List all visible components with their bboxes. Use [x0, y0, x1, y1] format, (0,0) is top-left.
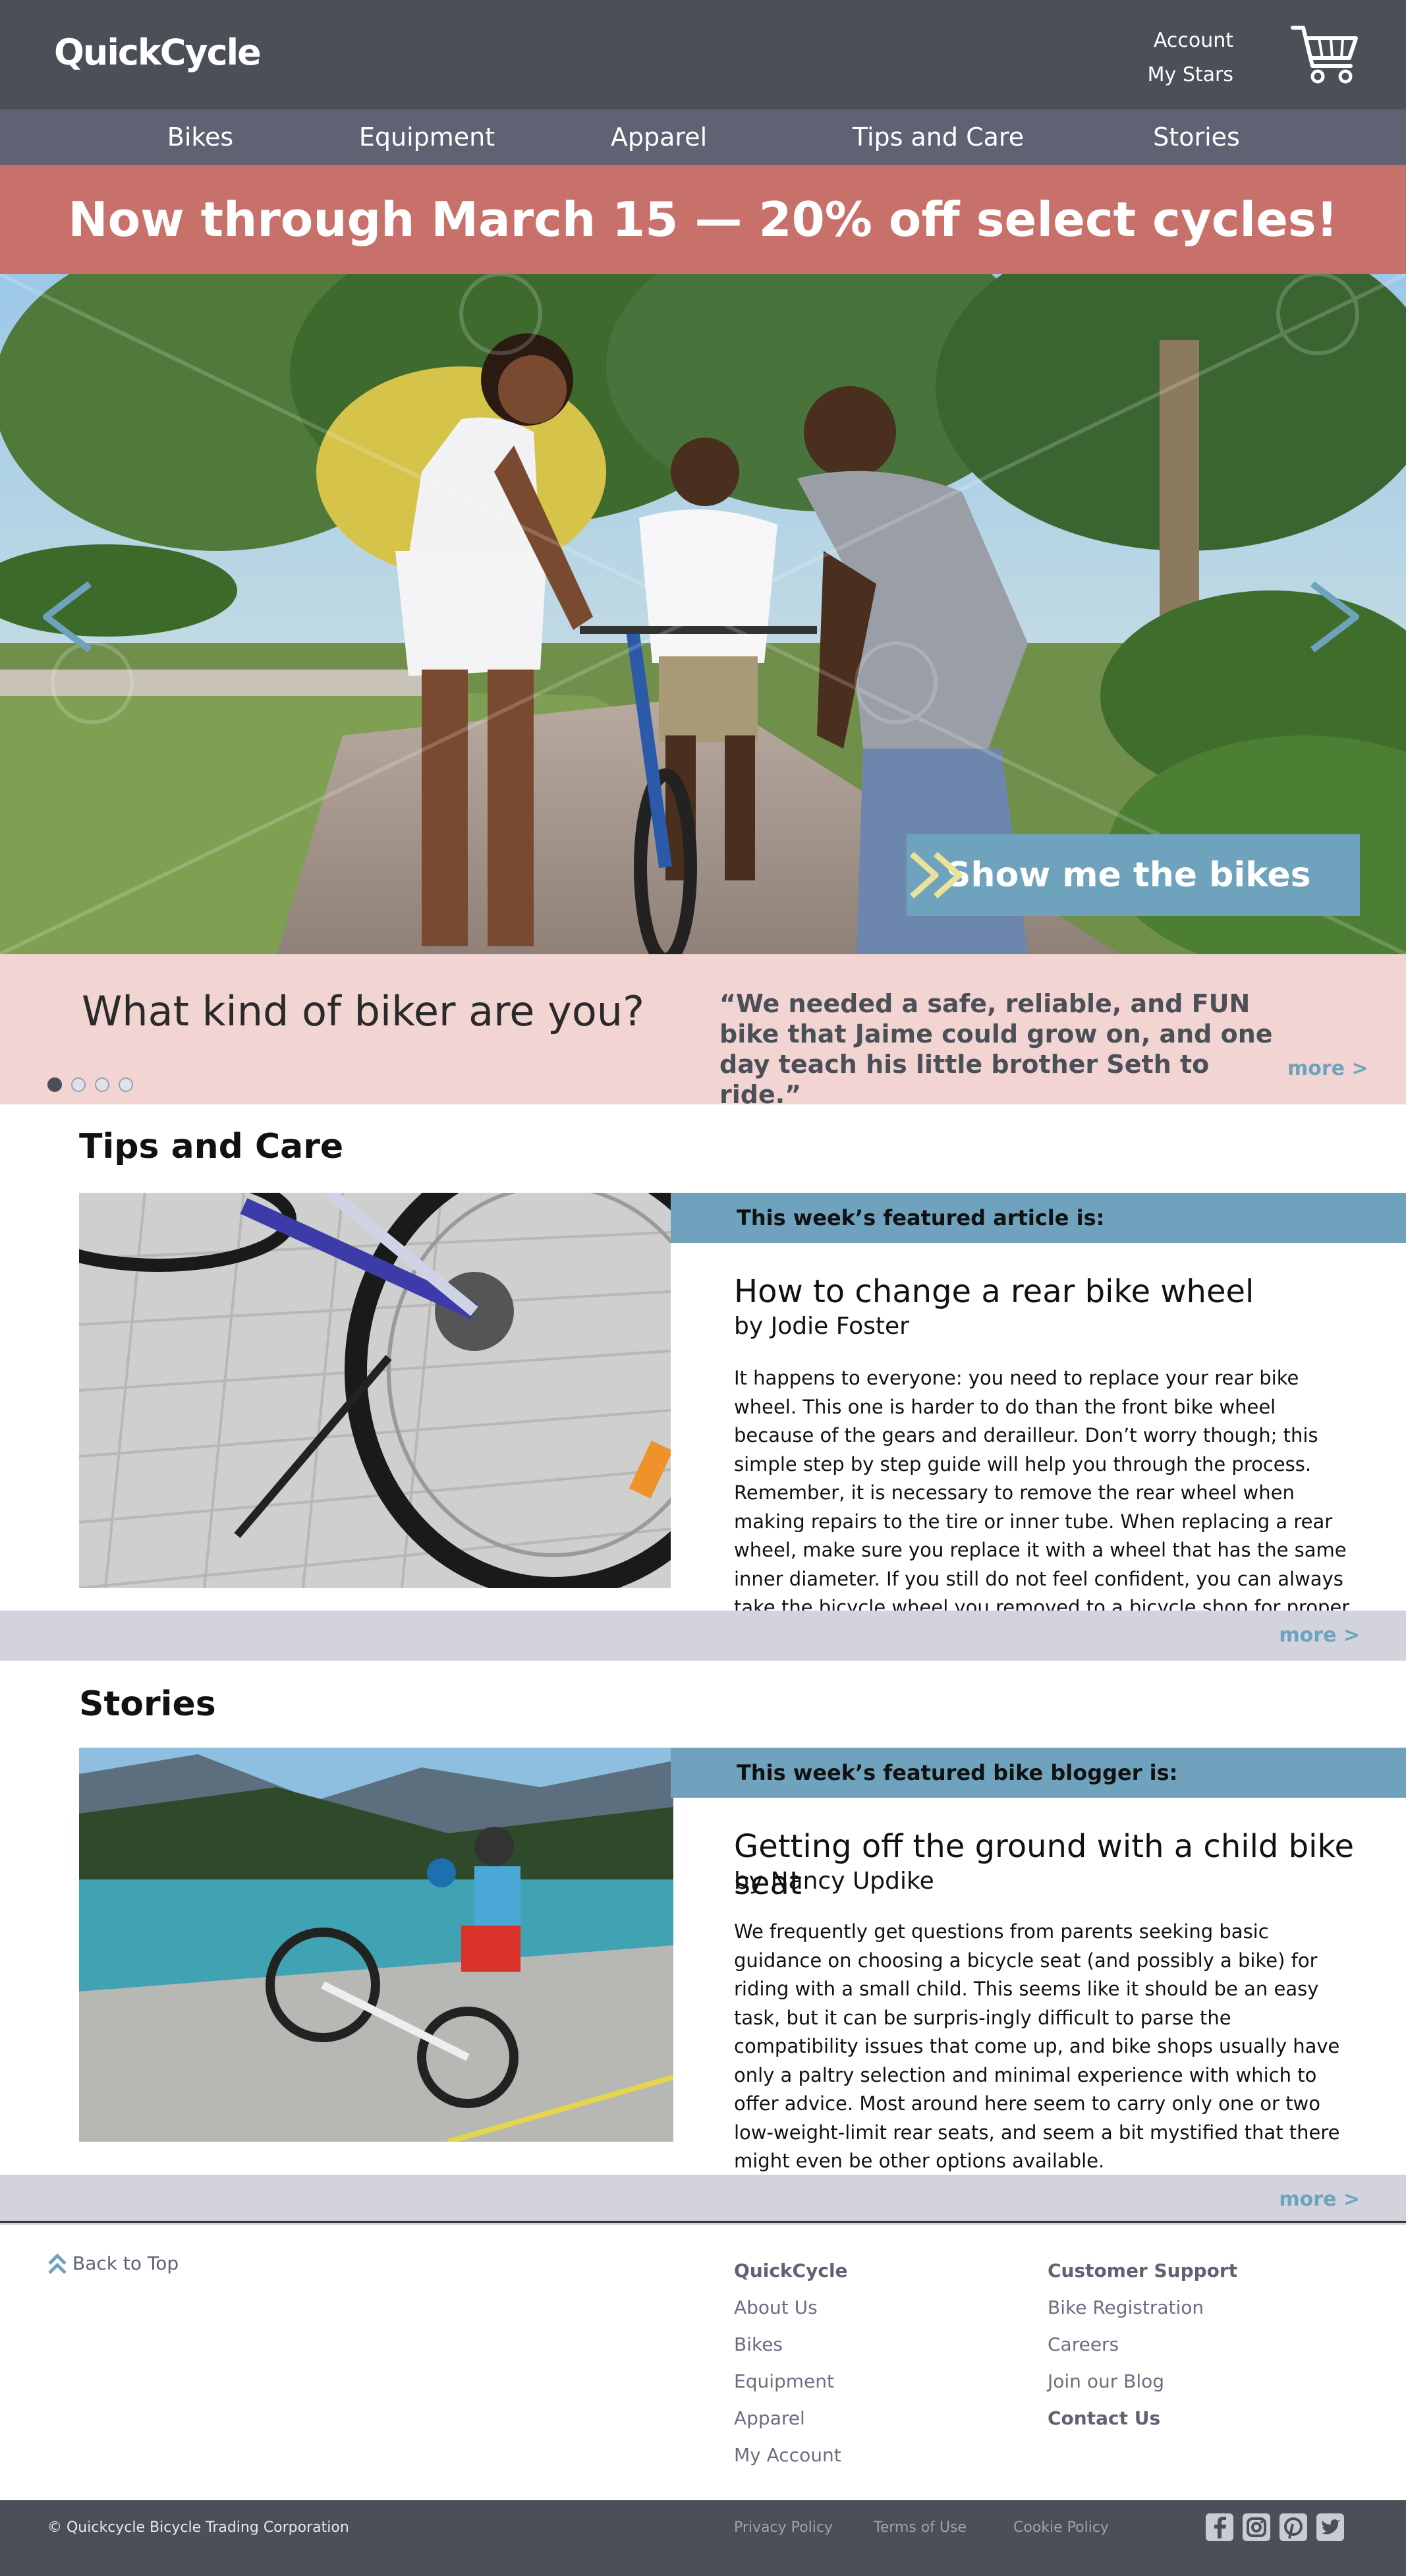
show-bikes-button[interactable]: Show me the bikes: [907, 834, 1360, 916]
stories-more-link[interactable]: more >: [1279, 2175, 1360, 2225]
footer-support-column: Customer Support Bike Registration Caree…: [1048, 2252, 1237, 2437]
footer-link-about-us[interactable]: About Us: [734, 2289, 848, 2326]
footer-link-equipment[interactable]: Equipment: [734, 2363, 848, 2400]
nav-item-apparel[interactable]: Apparel: [611, 109, 707, 165]
account-menu: Account My Stars: [1148, 24, 1233, 92]
footer-support-heading: Customer Support: [1048, 2260, 1238, 2281]
stories-section-title: Stories: [79, 1684, 216, 1724]
carousel-prev-arrow-icon[interactable]: [38, 577, 98, 656]
twitter-icon[interactable]: [1316, 2513, 1344, 2541]
back-to-top-label: Back to Top: [72, 2252, 179, 2274]
cart-icon[interactable]: [1290, 22, 1361, 86]
article-byline: by Jodie Foster: [734, 1313, 909, 1340]
testimonial-more-link[interactable]: more >: [1287, 1057, 1368, 1080]
footer-bottom-bar: © Quickcycle Bicycle Trading Corporation…: [0, 2500, 1406, 2576]
tips-more-link[interactable]: more >: [1279, 1611, 1360, 1661]
back-to-top-link[interactable]: Back to Top: [47, 2252, 179, 2275]
double-chevron-right-icon: [910, 851, 963, 899]
nav-item-stories[interactable]: Stories: [1153, 109, 1240, 165]
article-title[interactable]: How to change a rear bike wheel: [734, 1273, 1254, 1310]
footer-divider: [0, 2221, 1406, 2223]
terms-of-use-link[interactable]: Terms of Use: [874, 2500, 967, 2556]
featured-blogger-bar: This week’s featured bike blogger is:: [671, 1748, 1406, 1798]
top-header: QuickCycle Account My Stars: [0, 0, 1406, 109]
double-chevron-up-icon: [48, 2253, 67, 2274]
article-body: It happens to everyone: you need to repl…: [734, 1367, 1350, 1647]
carousel-dot-4[interactable]: [119, 1077, 133, 1092]
account-link[interactable]: Account: [1148, 24, 1233, 58]
story-byline: by Nancy Updike: [734, 1868, 934, 1895]
carousel-dot-1[interactable]: [47, 1077, 62, 1092]
footer-link-bike-registration[interactable]: Bike Registration: [1048, 2289, 1237, 2326]
privacy-policy-link[interactable]: Privacy Policy: [734, 2500, 833, 2556]
testimonial-quote: “We needed a safe, reliable, and FUN bik…: [719, 989, 1273, 1109]
biker-question[interactable]: What kind of biker are you?: [82, 987, 644, 1035]
footer-link-join-blog[interactable]: Join our Blog: [1048, 2363, 1237, 2400]
pinterest-icon[interactable]: [1279, 2513, 1307, 2541]
facebook-icon[interactable]: [1206, 2513, 1233, 2541]
footer-quickcycle-column: QuickCycle About Us Bikes Equipment Appa…: [734, 2252, 848, 2474]
show-bikes-label: Show me the bikes: [946, 855, 1311, 895]
stories-more-bar: more >: [0, 2175, 1406, 2225]
rear-wheel-photo: [79, 1193, 671, 1588]
nav-item-bikes[interactable]: Bikes: [167, 109, 233, 165]
footer-link-bikes[interactable]: Bikes: [734, 2326, 848, 2363]
nav-item-tips-and-care[interactable]: Tips and Care: [853, 109, 1024, 165]
footer-link-contact-us[interactable]: Contact Us: [1048, 2400, 1237, 2437]
promo-banner[interactable]: Now through March 15 — 20% off select cy…: [0, 165, 1406, 274]
site-logo[interactable]: QuickCycle: [54, 32, 262, 73]
story-body: We frequently get questions from parents…: [734, 1920, 1340, 2172]
tips-more-bar: more >: [0, 1611, 1406, 1661]
footer-link-my-account[interactable]: My Account: [734, 2437, 848, 2474]
carousel-next-arrow-icon[interactable]: [1305, 577, 1364, 656]
featured-blogger-label: This week’s featured bike blogger is:: [737, 1760, 1178, 1785]
copyright-text: © Quickcycle Bicycle Trading Corporation: [47, 2519, 349, 2536]
footer-link-apparel[interactable]: Apparel: [734, 2400, 848, 2437]
featured-article-label: This week’s featured article is:: [737, 1205, 1105, 1230]
carousel-dot-2[interactable]: [71, 1077, 86, 1092]
hero-carousel: Show me the bikes: [0, 274, 1406, 954]
testimonial-band: What kind of biker are you? “We needed a…: [0, 954, 1406, 1109]
main-nav: Bikes Equipment Apparel Tips and Care St…: [0, 109, 1406, 165]
carousel-dot-3[interactable]: [95, 1077, 109, 1092]
instagram-icon[interactable]: [1243, 2513, 1270, 2541]
footer-quickcycle-heading: QuickCycle: [734, 2260, 848, 2281]
featured-article-bar: This week’s featured article is:: [671, 1193, 1406, 1243]
footer-link-careers[interactable]: Careers: [1048, 2326, 1237, 2363]
my-stars-link[interactable]: My Stars: [1148, 58, 1233, 92]
nav-item-equipment[interactable]: Equipment: [359, 109, 495, 165]
tips-section-title: Tips and Care: [79, 1127, 344, 1166]
child-seat-photo: [79, 1748, 673, 2142]
cookie-policy-link[interactable]: Cookie Policy: [1013, 2500, 1109, 2556]
